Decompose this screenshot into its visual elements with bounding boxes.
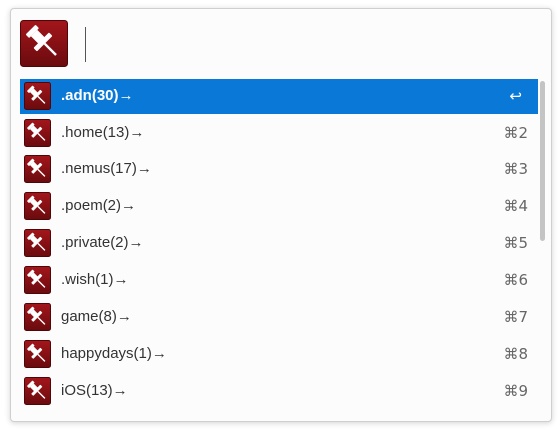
result-label: .nemus(17)→: [61, 160, 152, 177]
result-row[interactable]: .nemus(17)→ ⌘3: [20, 152, 538, 187]
pushpin-icon: [24, 266, 51, 294]
launcher-window: .adn(30)→ ↩ .home(13)→ ⌘2 .nemus(17)→ ⌘3 .poem…: [10, 8, 552, 422]
pushpin-icon: [24, 303, 51, 331]
result-label: .wish(1)→: [61, 271, 129, 288]
pushpin-icon: [20, 20, 68, 67]
pushpin-icon: [24, 119, 51, 147]
keyboard-shortcut: ⌘5: [503, 234, 528, 252]
result-row[interactable]: .adn(30)→ ↩: [20, 79, 538, 114]
result-row[interactable]: .poem(2)→ ⌘4: [20, 189, 538, 224]
result-row[interactable]: .private(2)→ ⌘5: [20, 226, 538, 261]
result-label: .home(13)→: [61, 124, 145, 141]
result-label: .poem(2)→: [61, 197, 137, 214]
scrollbar[interactable]: [540, 81, 545, 241]
result-row[interactable]: .wish(1)→ ⌘6: [20, 263, 538, 298]
result-label: .adn(30)→: [61, 87, 134, 104]
keyboard-shortcut: ⌘9: [503, 382, 528, 400]
keyboard-shortcut: ⌘8: [503, 345, 528, 363]
result-row[interactable]: iOS(13)→ ⌘9: [20, 374, 538, 409]
keyboard-shortcut: ⌘4: [503, 197, 528, 215]
pushpin-icon: [24, 229, 51, 257]
keyboard-shortcut: ⌘7: [503, 308, 528, 326]
keyboard-shortcut: ⌘2: [503, 124, 528, 142]
result-label: game(8)→: [61, 308, 132, 325]
keyboard-shortcut: ⌘6: [503, 271, 528, 289]
pushpin-icon: [24, 82, 51, 110]
pushpin-icon: [24, 340, 51, 368]
result-label: happydays(1)→: [61, 345, 167, 362]
search-input[interactable]: [89, 25, 533, 65]
result-row[interactable]: happydays(1)→ ⌘8: [20, 337, 538, 372]
keyboard-shortcut: ⌘3: [503, 160, 528, 178]
search-bar: [11, 9, 551, 73]
result-label: iOS(13)→: [61, 382, 128, 399]
pushpin-icon: [24, 377, 51, 405]
result-label: .private(2)→: [61, 234, 144, 251]
text-caret: [85, 27, 86, 62]
return-key-icon: ↩: [509, 87, 522, 105]
pushpin-icon: [24, 192, 51, 220]
result-row[interactable]: .home(13)→ ⌘2: [20, 116, 538, 151]
pushpin-icon: [24, 155, 51, 183]
results-list: .adn(30)→ ↩ .home(13)→ ⌘2 .nemus(17)→ ⌘3 .poem…: [20, 79, 538, 412]
result-row[interactable]: game(8)→ ⌘7: [20, 300, 538, 335]
